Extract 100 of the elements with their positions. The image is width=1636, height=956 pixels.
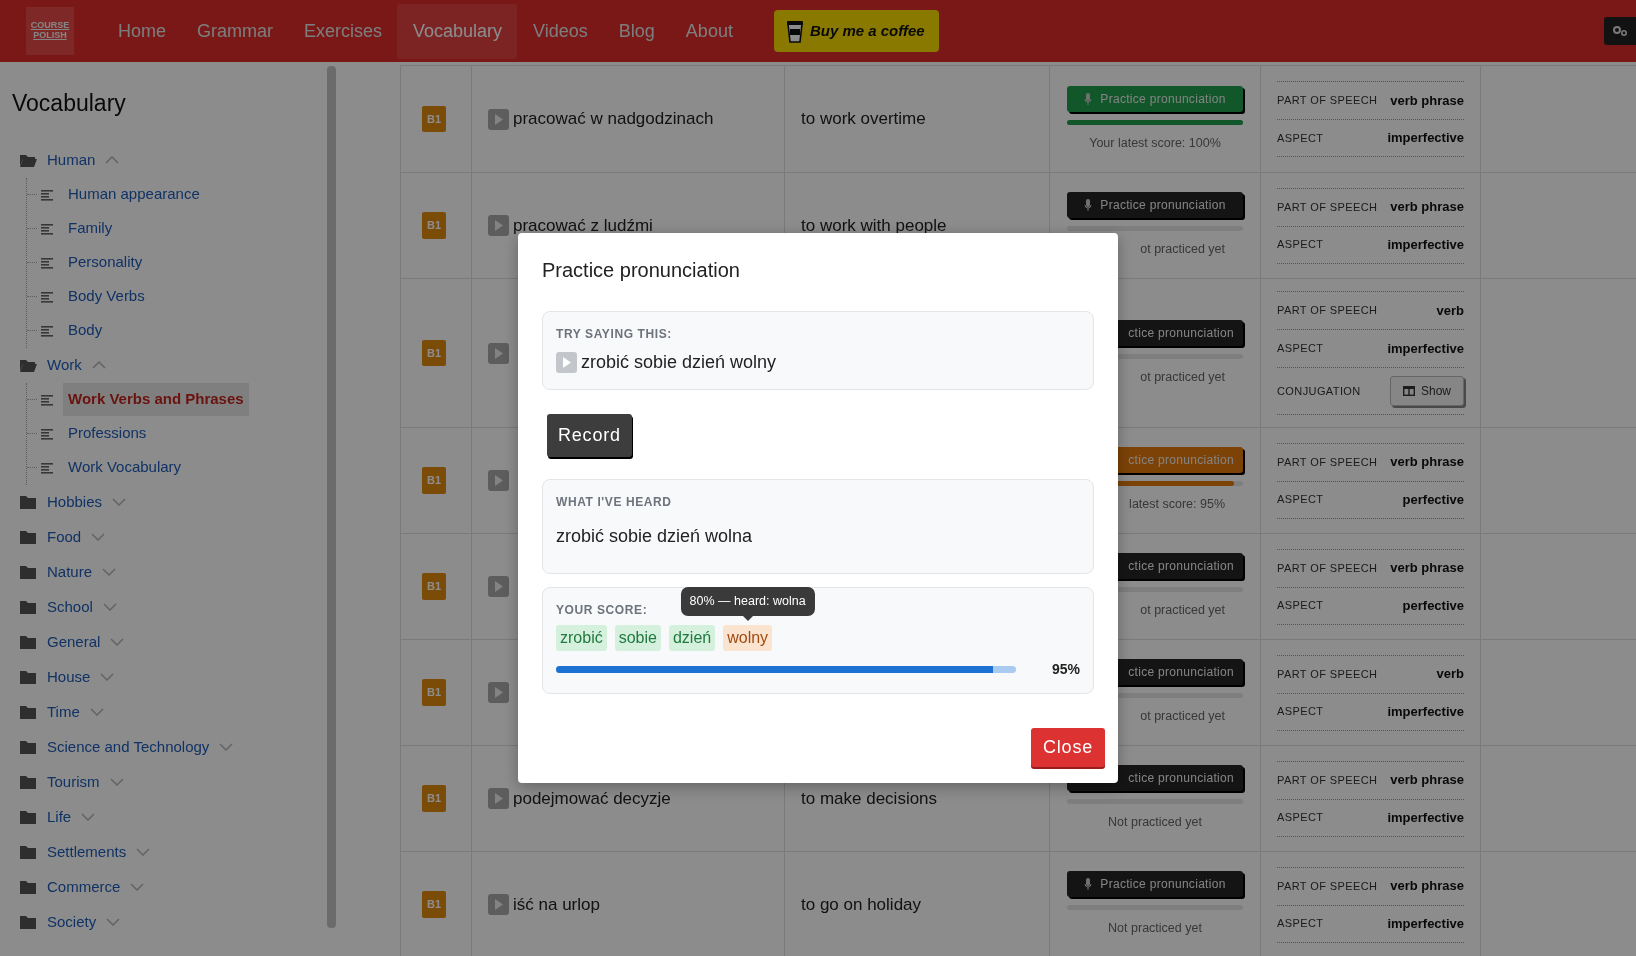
nav-link[interactable]: Home [102,3,181,59]
category-link[interactable]: Settlements [47,840,127,864]
detail-value: imperfective [1387,339,1464,358]
play-button[interactable] [488,788,509,809]
scrollbar[interactable] [327,66,336,928]
polish-phrase: pracować z ludźmi [513,214,653,237]
close-button[interactable]: Close [1030,728,1105,767]
practice-pronunciation-button[interactable]: Practice pronunciation [1067,85,1243,112]
heard-text: zrobić sobie dzień wolna [556,525,754,548]
category-link[interactable]: Commerce [47,875,121,899]
detail-label: ASPECT [1277,130,1324,146]
english-translation: to make decisions [801,787,938,810]
folder-icon [19,529,37,545]
nav-link[interactable]: Exercises [288,3,398,59]
detail-value: imperfective [1387,129,1464,148]
folder-icon [19,357,37,373]
detail-label: ASPECT [1277,492,1324,508]
subcategory-link[interactable]: Work Vocabulary [63,451,187,484]
category-link[interactable]: Food [47,525,82,549]
score-note: Not practiced yet [1108,921,1202,936]
play-button[interactable] [488,576,509,597]
play-button[interactable] [488,682,509,703]
section-label: TRY SAYING THIS: [556,326,673,343]
detail-value: verb phrase [1390,877,1464,896]
detail-value: imperfective [1387,808,1464,827]
score-note: ot practiced yet [1140,603,1225,618]
polish-phrase: podejmować decyzje [513,787,671,810]
category-link[interactable]: Hobbies [47,490,103,514]
play-button[interactable] [488,342,509,364]
category-link[interactable]: School [47,595,93,619]
play-button[interactable] [488,108,509,130]
detail-value: perfective [1402,490,1464,509]
category-link[interactable]: Life [47,805,72,829]
level-badge: B1 [422,212,447,239]
english-translation: to go on holiday [801,893,922,916]
category-link[interactable]: Science and Technology [47,735,210,759]
detail-value: perfective [1402,596,1464,615]
subcategory-link[interactable]: Personality [63,246,148,279]
level-badge: B1 [422,467,447,494]
practice-pronunciation-button[interactable]: Practice pronunciation [1067,871,1243,898]
polish-phrase: iść na urlop [513,893,600,916]
level-badge: B1 [422,785,447,812]
polish-phrase: pracować w nadgodzinach [513,108,714,131]
show-button[interactable]: Show [1389,376,1464,406]
subcategory-link[interactable]: Body Verbs [63,280,150,313]
level-badge: B1 [422,339,447,367]
gears-icon [1612,25,1628,37]
nav-link[interactable]: Videos [517,3,603,59]
coffee-button[interactable]: Buy me a coffee [773,10,939,52]
category-link[interactable]: Human [47,148,96,172]
practice-pronunciation-button[interactable]: Practice pronunciation [1067,192,1243,219]
detail-value: verb phrase [1390,198,1464,217]
record-button[interactable]: Record [547,414,632,457]
score-note: ot practiced yet [1140,709,1225,724]
folder-icon [19,494,37,510]
level-badge: B1 [422,891,447,918]
detail-label: ASPECT [1277,704,1324,720]
detail-value: imperfective [1387,235,1464,254]
nav-link[interactable]: About [669,3,748,59]
detail-label: PART OF SPEECH [1277,666,1378,682]
folder-icon [19,879,37,895]
play-button[interactable] [556,352,577,373]
score-note: Your latest score: 100% [1089,135,1221,150]
category-link[interactable]: Tourism [47,770,100,794]
settings-button[interactable] [1604,17,1636,45]
category-link[interactable]: Time [47,700,80,724]
list-icon [41,393,53,406]
subcategory-link[interactable]: Professions [63,417,152,450]
word-score: dzień [668,625,716,651]
site-logo[interactable]: COURSE POLISH [26,7,74,55]
english-translation: to work overtime [801,108,926,131]
category-link[interactable]: House [47,665,91,689]
subcategory-link[interactable]: Human appearance [63,178,205,211]
english-translation: to work with people [801,214,947,237]
detail-label: PART OF SPEECH [1277,303,1378,319]
section-label: YOUR SCORE: [556,602,648,619]
play-button[interactable] [488,470,509,491]
detail-value: verb phrase [1390,559,1464,578]
detail-label: PART OF SPEECH [1277,454,1378,470]
detail-value: verb phrase [1390,91,1464,110]
list-icon [41,256,53,269]
score-note: ot practiced yet [1140,242,1225,257]
category-link[interactable]: Society [47,910,97,934]
tooltip-arrow [742,616,753,621]
cup-icon [785,19,804,43]
subcategory-link[interactable]: Family [63,212,118,245]
folder-icon [19,739,37,755]
level-badge: B1 [422,573,447,600]
subcategory-link[interactable]: Body [63,314,108,347]
category-link[interactable]: General [47,630,101,654]
microphone-icon [1084,878,1093,891]
nav-link[interactable]: Blog [602,3,670,59]
play-button[interactable] [488,894,509,915]
category-link[interactable]: Work [47,353,82,377]
detail-value: verb phrase [1390,771,1464,790]
category-link[interactable]: Nature [47,560,93,584]
nav-link[interactable]: Grammar [181,3,288,59]
detail-label: PART OF SPEECH [1277,199,1378,215]
subcategory-link[interactable]: Work Verbs and Phrases [63,383,249,416]
play-button[interactable] [488,215,509,236]
